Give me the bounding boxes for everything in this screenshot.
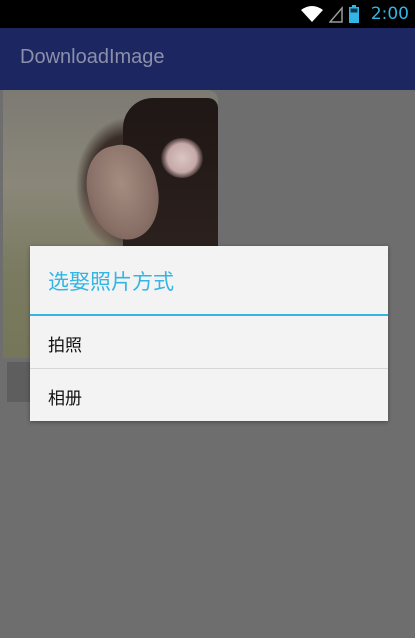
status-bar: 2:00 [0, 0, 415, 28]
battery-icon [348, 5, 359, 23]
dialog-option-label: 拍照 [48, 336, 82, 356]
app-title: DownloadImage [20, 46, 165, 68]
dialog-option-label: 相册 [48, 389, 82, 409]
status-time: 2:00 [370, 4, 409, 24]
action-bar: DownloadImage [0, 28, 415, 90]
choose-photo-dialog: 选娶照片方式 拍照 相册 [30, 246, 388, 421]
status-icons: 2:00 [300, 0, 415, 28]
dialog-option-album[interactable]: 相册 [30, 369, 388, 421]
photo-flower [161, 138, 203, 178]
signal-icon [328, 5, 343, 23]
dialog-option-take-photo[interactable]: 拍照 [30, 316, 388, 368]
dialog-title: 选娶照片方式 [48, 270, 174, 294]
background-button [7, 362, 31, 402]
wifi-icon [300, 6, 323, 22]
